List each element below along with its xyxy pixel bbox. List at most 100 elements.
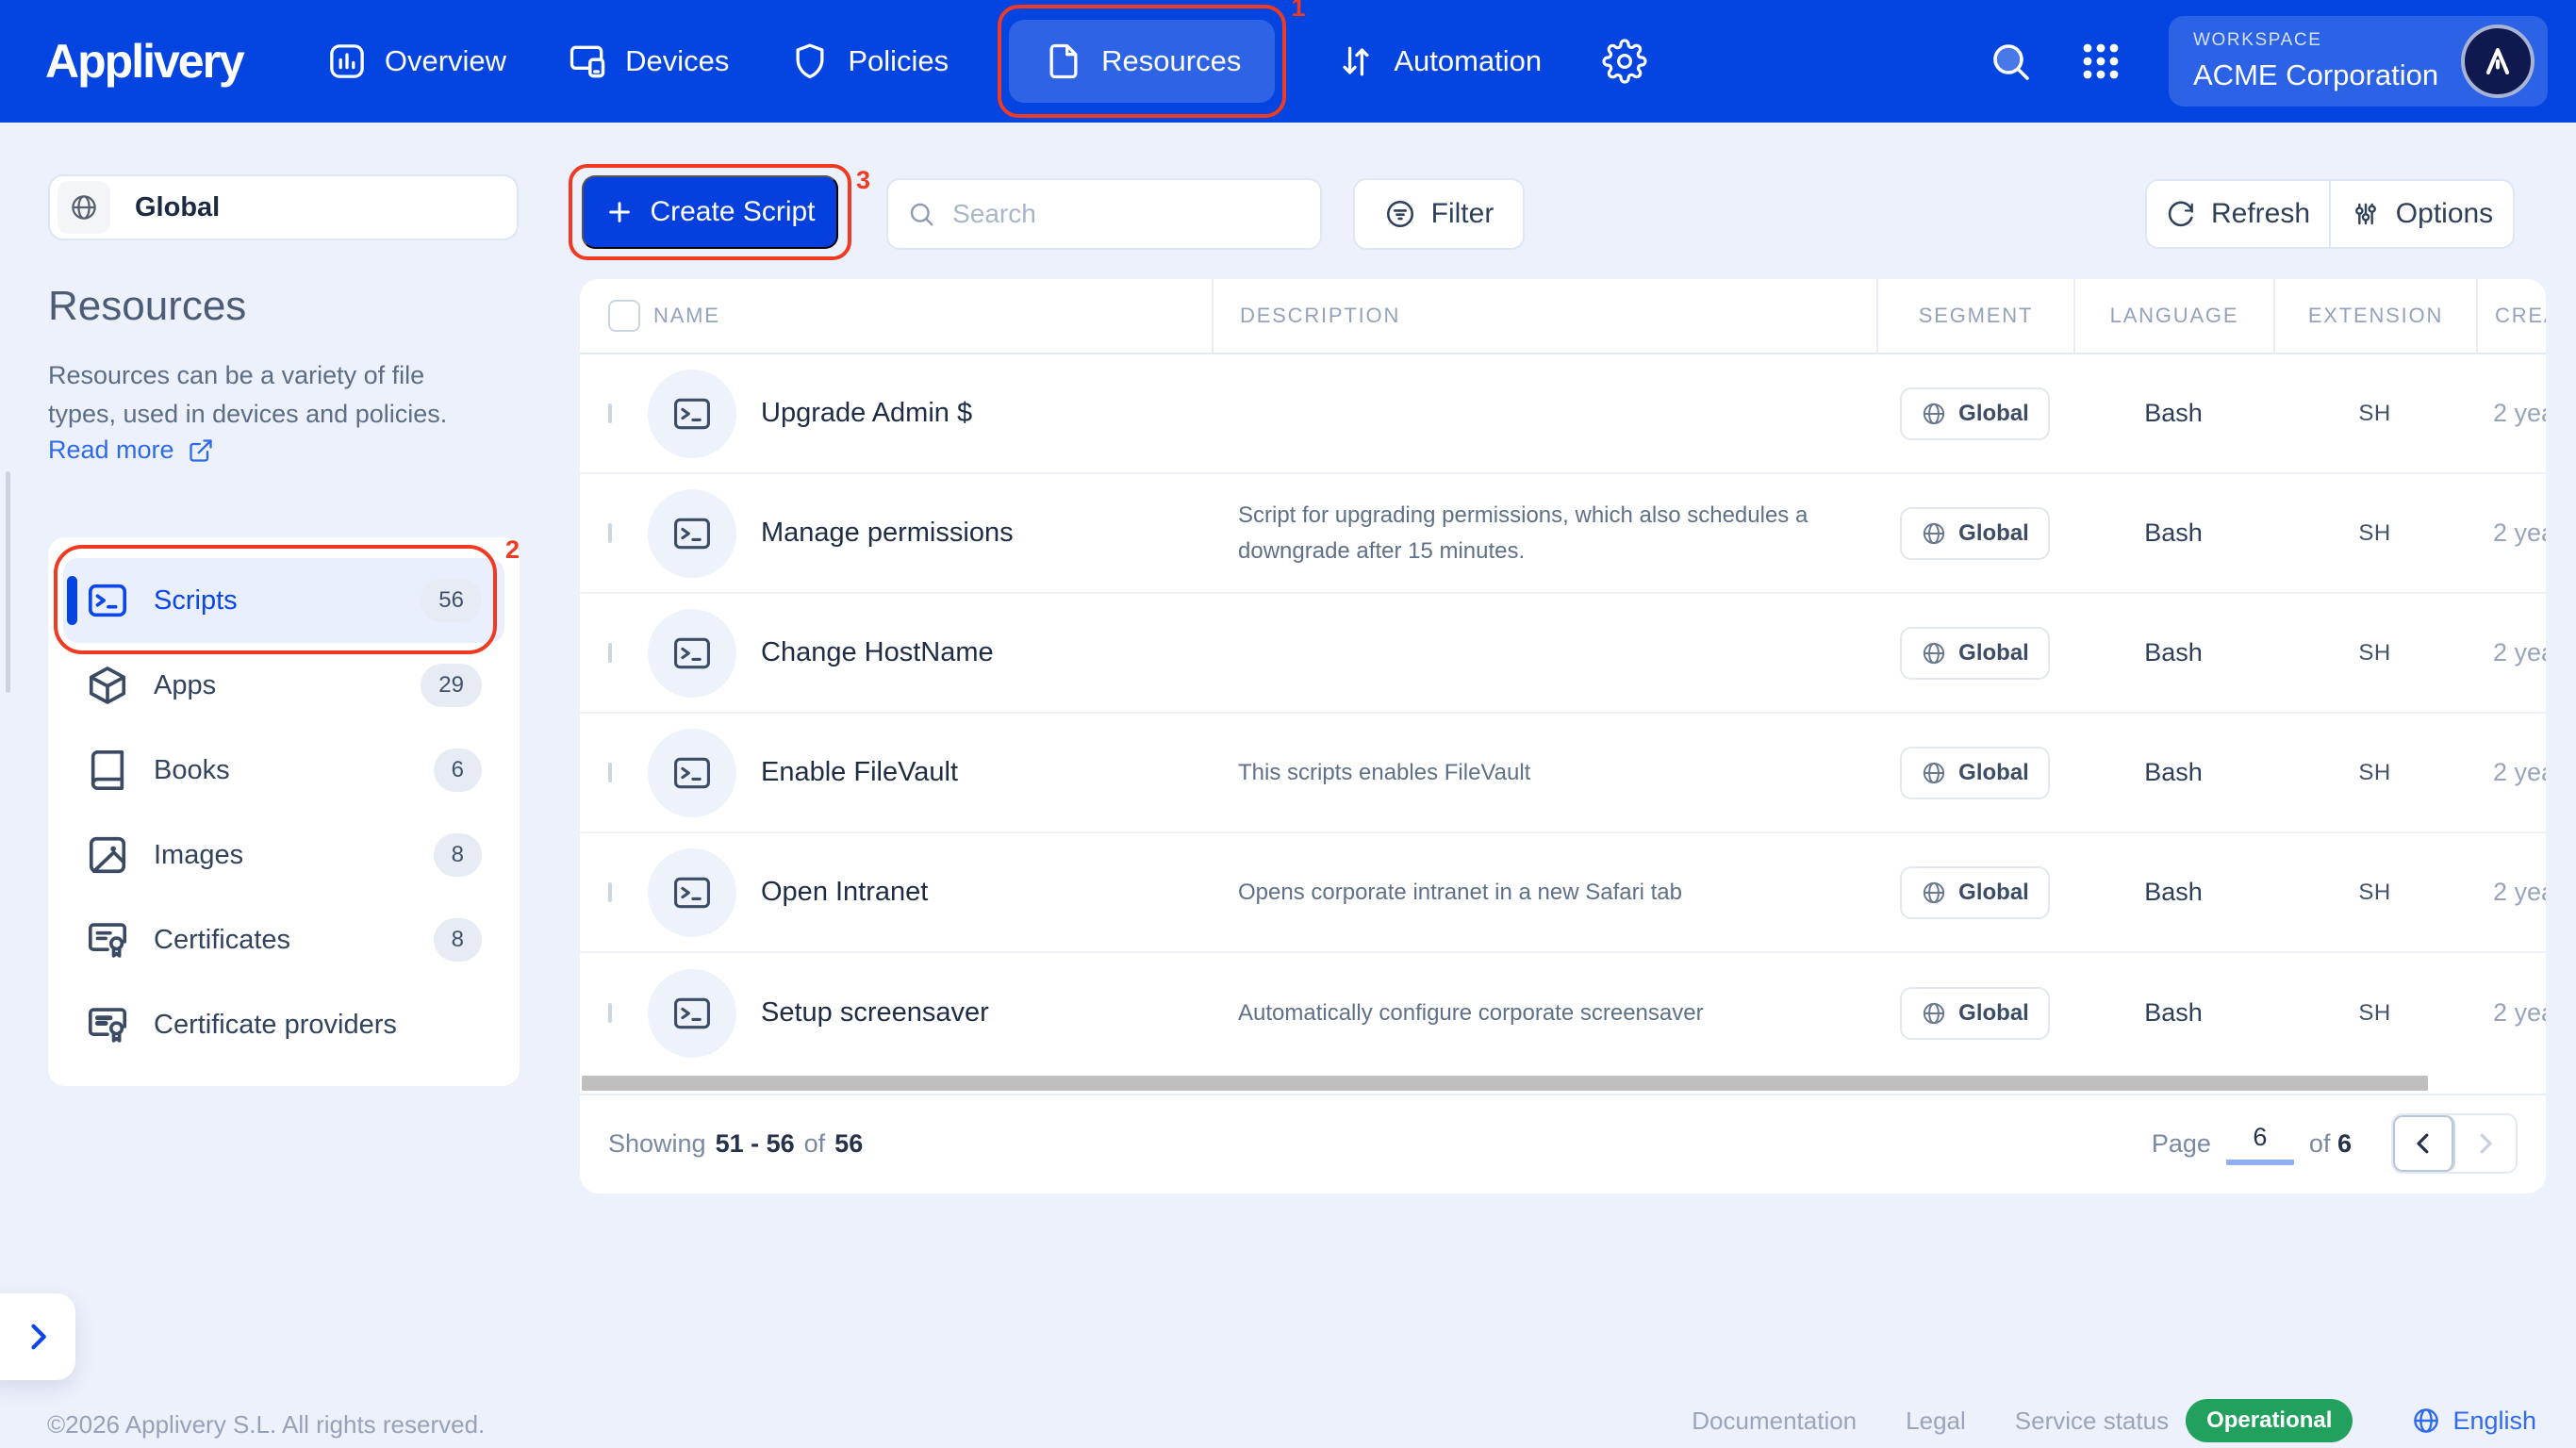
script-name[interactable]: Upgrade Admin $ bbox=[761, 398, 972, 429]
column-header-created: CREATED bbox=[2476, 279, 2546, 353]
page-label: Page bbox=[2152, 1129, 2211, 1159]
segment-badge: Global bbox=[1900, 866, 2050, 919]
sidebar-item-scripts[interactable]: Scripts 56 2 bbox=[63, 558, 504, 643]
column-header-language: LANGUAGE bbox=[2073, 279, 2273, 353]
sidebar-item-certificates[interactable]: Certificates 8 bbox=[63, 897, 504, 982]
copyright-text: ©2026 Applivery S.L. All rights reserved… bbox=[47, 1410, 485, 1440]
table-row[interactable]: Setup screensaver Automatically configur… bbox=[580, 953, 2546, 1073]
external-link-icon bbox=[188, 437, 214, 464]
sidebar-expand-button[interactable] bbox=[0, 1293, 75, 1380]
pager-buttons bbox=[2391, 1113, 2518, 1174]
nav-item-resources[interactable]: Resources 1 bbox=[1009, 20, 1275, 103]
count-badge: 8 bbox=[434, 918, 482, 962]
sidebar-item-books[interactable]: Books 6 bbox=[63, 728, 504, 813]
chevron-left-icon bbox=[2409, 1129, 2437, 1158]
nav-item-devices[interactable]: Devices bbox=[567, 41, 729, 82]
nav-item-automation[interactable]: Automation bbox=[1335, 41, 1542, 82]
read-more-link[interactable]: Read more bbox=[48, 436, 214, 465]
showing-summary: Showing 51 - 56 of 56 bbox=[608, 1129, 863, 1159]
row-checkbox[interactable] bbox=[608, 763, 612, 782]
sidebar-item-apps[interactable]: Apps 29 bbox=[63, 643, 504, 728]
nav-item-overview[interactable]: Overview bbox=[326, 41, 506, 82]
segment-badge: Global bbox=[1900, 987, 2050, 1040]
table-row[interactable]: Open Intranet Opens corporate intranet i… bbox=[580, 833, 2546, 953]
script-name[interactable]: Change HostName bbox=[761, 637, 994, 668]
script-terminal-icon bbox=[648, 370, 736, 458]
sliders-icon bbox=[2351, 199, 2381, 229]
pagination: Page 6 of 6 bbox=[2152, 1113, 2518, 1174]
horizontal-scrollbar-thumb[interactable] bbox=[582, 1076, 2428, 1091]
certificate-icon bbox=[86, 918, 129, 962]
table-row[interactable]: Manage permissions Script for upgrading … bbox=[580, 474, 2546, 594]
navbar-right-cluster: WORKSPACE ACME Corporation bbox=[1988, 16, 2548, 107]
script-name[interactable]: Enable FileVault bbox=[761, 757, 958, 788]
applivery-logo[interactable]: Applivery bbox=[45, 34, 243, 89]
script-created: 2 years bbox=[2476, 998, 2546, 1028]
main-nav: Overview Devices Policies Resources 1 bbox=[326, 20, 1647, 103]
sidebar-item-images[interactable]: Images 8 bbox=[63, 813, 504, 897]
next-page-button[interactable] bbox=[2455, 1115, 2516, 1172]
footer-link-legal[interactable]: Legal bbox=[1906, 1407, 1966, 1436]
script-language: Bash bbox=[2073, 638, 2273, 667]
sidebar-item-label: Scripts bbox=[154, 585, 238, 617]
active-indicator bbox=[67, 576, 77, 625]
chevron-right-icon bbox=[2471, 1129, 2500, 1158]
footer-link-service-status[interactable]: Service status bbox=[2015, 1407, 2169, 1436]
script-description: Opens corporate intranet in a new Safari… bbox=[1212, 875, 1876, 910]
sidebar-item-label: Apps bbox=[154, 670, 216, 701]
table-actions: Refresh Options bbox=[2145, 179, 2515, 249]
nav-label: Resources bbox=[1101, 44, 1241, 78]
scope-label: Global bbox=[135, 192, 220, 223]
nav-label: Automation bbox=[1394, 44, 1542, 78]
search-icon[interactable] bbox=[1988, 39, 2033, 84]
workspace-selector[interactable]: WORKSPACE ACME Corporation bbox=[2169, 16, 2548, 107]
script-extension: SH bbox=[2273, 401, 2476, 427]
script-description: Script for upgrading permissions, which … bbox=[1212, 498, 1876, 568]
shield-icon bbox=[789, 41, 831, 82]
globe-icon bbox=[1921, 640, 1947, 666]
table-header: NAME DESCRIPTION SEGMENT LANGUAGE EXTENS… bbox=[580, 279, 2546, 354]
previous-page-button[interactable] bbox=[2393, 1115, 2455, 1172]
row-checkbox[interactable] bbox=[608, 1003, 612, 1023]
row-checkbox[interactable] bbox=[608, 403, 612, 423]
globe-icon bbox=[58, 181, 110, 234]
select-all-checkbox[interactable] bbox=[608, 300, 640, 332]
script-name[interactable]: Manage permissions bbox=[761, 518, 1014, 549]
language-switcher[interactable]: English bbox=[2411, 1406, 2536, 1436]
plus-icon bbox=[604, 197, 635, 227]
segment-badge: Global bbox=[1900, 747, 2050, 799]
read-more-label: Read more bbox=[48, 436, 174, 465]
filter-button[interactable]: Filter bbox=[1353, 178, 1525, 250]
globe-icon bbox=[1921, 760, 1947, 786]
search-input[interactable] bbox=[952, 199, 1301, 229]
workspace-avatar bbox=[2461, 25, 2535, 98]
apps-grid-icon[interactable] bbox=[2078, 39, 2123, 84]
refresh-button[interactable]: Refresh bbox=[2147, 181, 2331, 247]
footer-link-documentation[interactable]: Documentation bbox=[1692, 1407, 1857, 1436]
sidebar-item-certificate-providers[interactable]: Certificate providers bbox=[63, 982, 504, 1067]
row-checkbox[interactable] bbox=[608, 523, 612, 543]
horizontal-scrollbar bbox=[580, 1073, 2546, 1095]
sidebar-item-label: Images bbox=[154, 840, 243, 871]
row-checkbox[interactable] bbox=[608, 643, 612, 663]
devices-icon bbox=[567, 41, 608, 82]
table-row[interactable]: Enable FileVault This scripts enables Fi… bbox=[580, 714, 2546, 833]
script-name[interactable]: Open Intranet bbox=[761, 877, 928, 908]
settings-gear-icon[interactable] bbox=[1602, 39, 1647, 84]
table-row[interactable]: Change HostName Global Bash SH 2 years bbox=[580, 594, 2546, 714]
filter-icon bbox=[1384, 198, 1416, 230]
left-edge-scrollbar[interactable] bbox=[6, 471, 10, 693]
script-created: 2 years bbox=[2476, 758, 2546, 787]
page-number-input[interactable]: 6 bbox=[2226, 1123, 2294, 1165]
scope-selector[interactable]: Global bbox=[48, 174, 519, 240]
script-name[interactable]: Setup screensaver bbox=[761, 997, 989, 1028]
chevron-right-icon bbox=[21, 1320, 55, 1354]
options-button[interactable]: Options bbox=[2331, 181, 2513, 247]
nav-item-policies[interactable]: Policies bbox=[789, 41, 949, 82]
row-checkbox[interactable] bbox=[608, 882, 612, 902]
count-badge: 8 bbox=[434, 833, 482, 877]
script-language: Bash bbox=[2073, 878, 2273, 907]
sidebar-item-label: Certificates bbox=[154, 925, 290, 956]
table-row[interactable]: Upgrade Admin $ Global Bash SH 2 years bbox=[580, 354, 2546, 474]
create-script-button[interactable]: Create Script bbox=[582, 175, 838, 249]
